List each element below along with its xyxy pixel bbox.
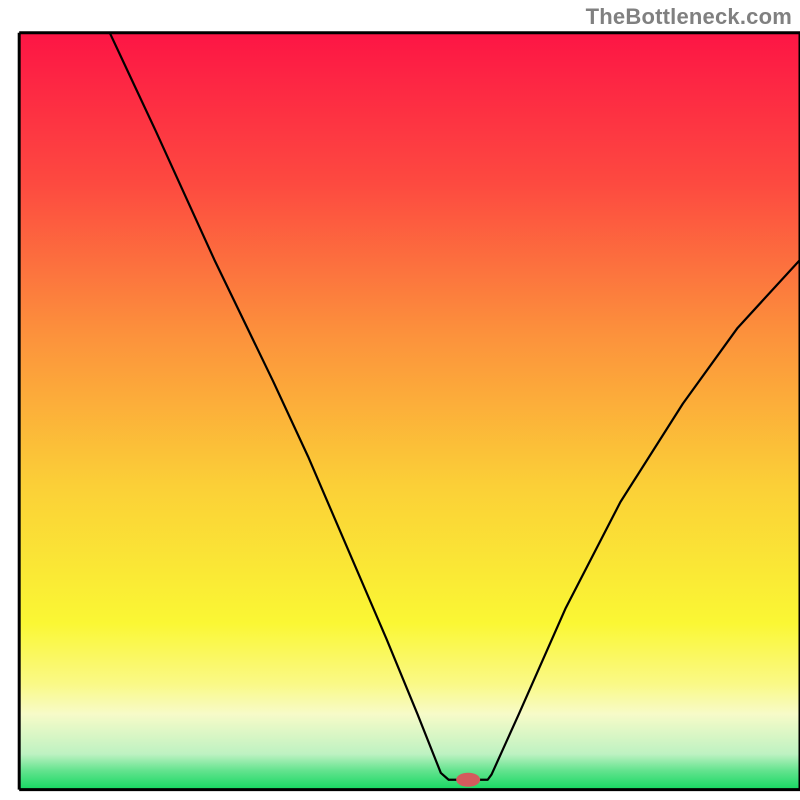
- chart-container: TheBottleneck.com: [0, 0, 800, 800]
- gradient-background: [19, 33, 800, 790]
- watermark-label: TheBottleneck.com: [586, 4, 792, 30]
- bottleneck-chart: [0, 0, 800, 800]
- optimal-marker: [456, 773, 480, 787]
